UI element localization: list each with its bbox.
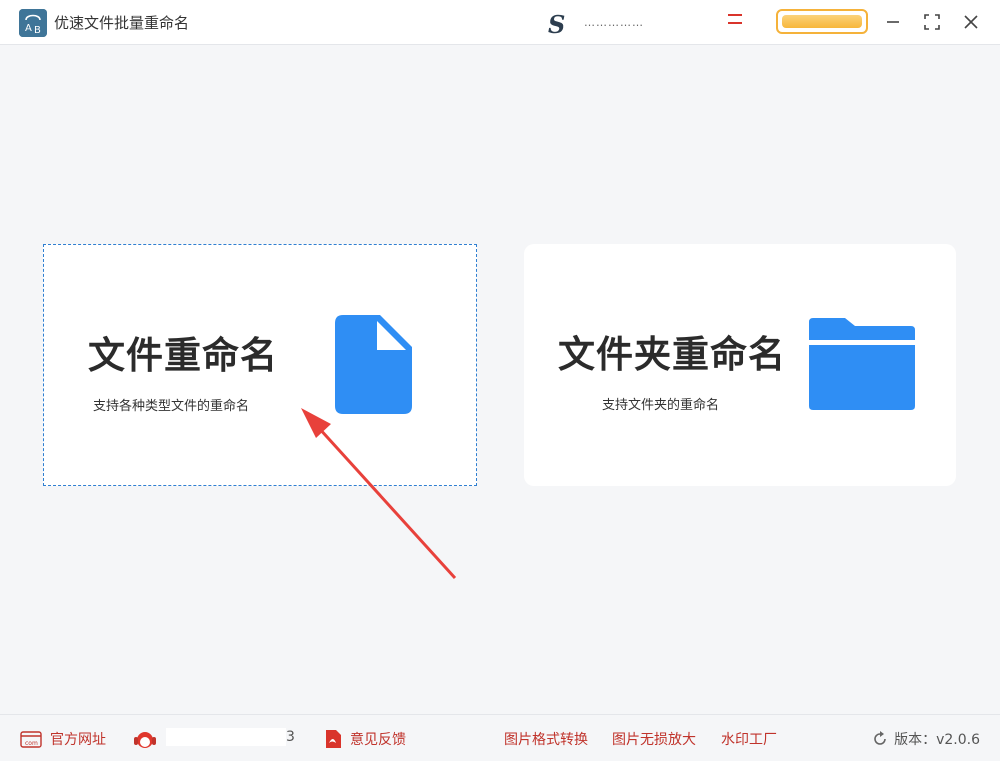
upgrade-button[interactable]: [776, 9, 868, 34]
redacted-contact: [166, 728, 286, 746]
brand-text: ……………: [584, 16, 644, 29]
version-label: 版本：v2.0.6: [894, 732, 980, 748]
footer-link-image-upscale[interactable]: 图片无损放大: [612, 729, 696, 749]
feedback-link[interactable]: 意见反馈: [324, 729, 406, 749]
title-bar: A B 优速文件批量重命名 S ……………: [0, 0, 1000, 45]
refresh-icon: [874, 731, 886, 745]
file-rename-desc: 支持各种类型文件的重命名: [93, 399, 250, 414]
minimize-icon: [887, 21, 899, 23]
folder-rename-desc: 支持文件夹的重命名: [602, 398, 720, 413]
folder-rename-title: 文件夹重命名: [558, 333, 786, 376]
minimize-button[interactable]: [881, 10, 905, 34]
footer-link-watermark[interactable]: 水印工厂: [721, 729, 777, 749]
maximize-icon: [924, 14, 940, 30]
close-button[interactable]: [959, 10, 983, 34]
app-title: 优速文件批量重命名: [54, 14, 190, 32]
footer-bar: com 官方网址 3 意见反馈 图片格式转换 图片无损放大 水印工厂 版本：v2…: [0, 714, 1000, 761]
official-website-link[interactable]: com 官方网址: [20, 729, 106, 749]
brand-mark: [728, 22, 742, 24]
footer-link-image-convert[interactable]: 图片格式转换: [504, 729, 588, 749]
svg-text:A: A: [25, 23, 32, 34]
official-website-label: 官方网址: [50, 732, 106, 748]
svg-text:com: com: [25, 740, 38, 747]
close-icon: [964, 15, 978, 29]
maximize-button[interactable]: [920, 10, 944, 34]
brand-banner[interactable]: S ……………: [548, 10, 748, 39]
folder-icon: [809, 318, 915, 410]
service-number-suffix: 3: [286, 729, 295, 745]
app-logo: A B: [19, 9, 47, 37]
customer-service-link[interactable]: [132, 729, 166, 751]
brand-mark: [728, 14, 742, 16]
brand-logo: S: [548, 10, 565, 39]
file-icon: [335, 315, 412, 414]
feedback-icon: [326, 730, 341, 748]
feedback-label: 意见反馈: [350, 732, 406, 748]
customer-service-icon: [134, 732, 156, 748]
folder-rename-card[interactable]: 文件夹重命名 支持文件夹的重命名: [524, 244, 956, 486]
website-icon: com: [20, 730, 42, 748]
file-rename-card[interactable]: 文件重命名 支持各种类型文件的重命名: [43, 244, 477, 486]
version-info[interactable]: 版本：v2.0.6: [872, 729, 980, 749]
file-rename-title: 文件重命名: [88, 334, 278, 377]
upgrade-button-fill: [782, 15, 862, 28]
svg-text:B: B: [34, 25, 41, 36]
